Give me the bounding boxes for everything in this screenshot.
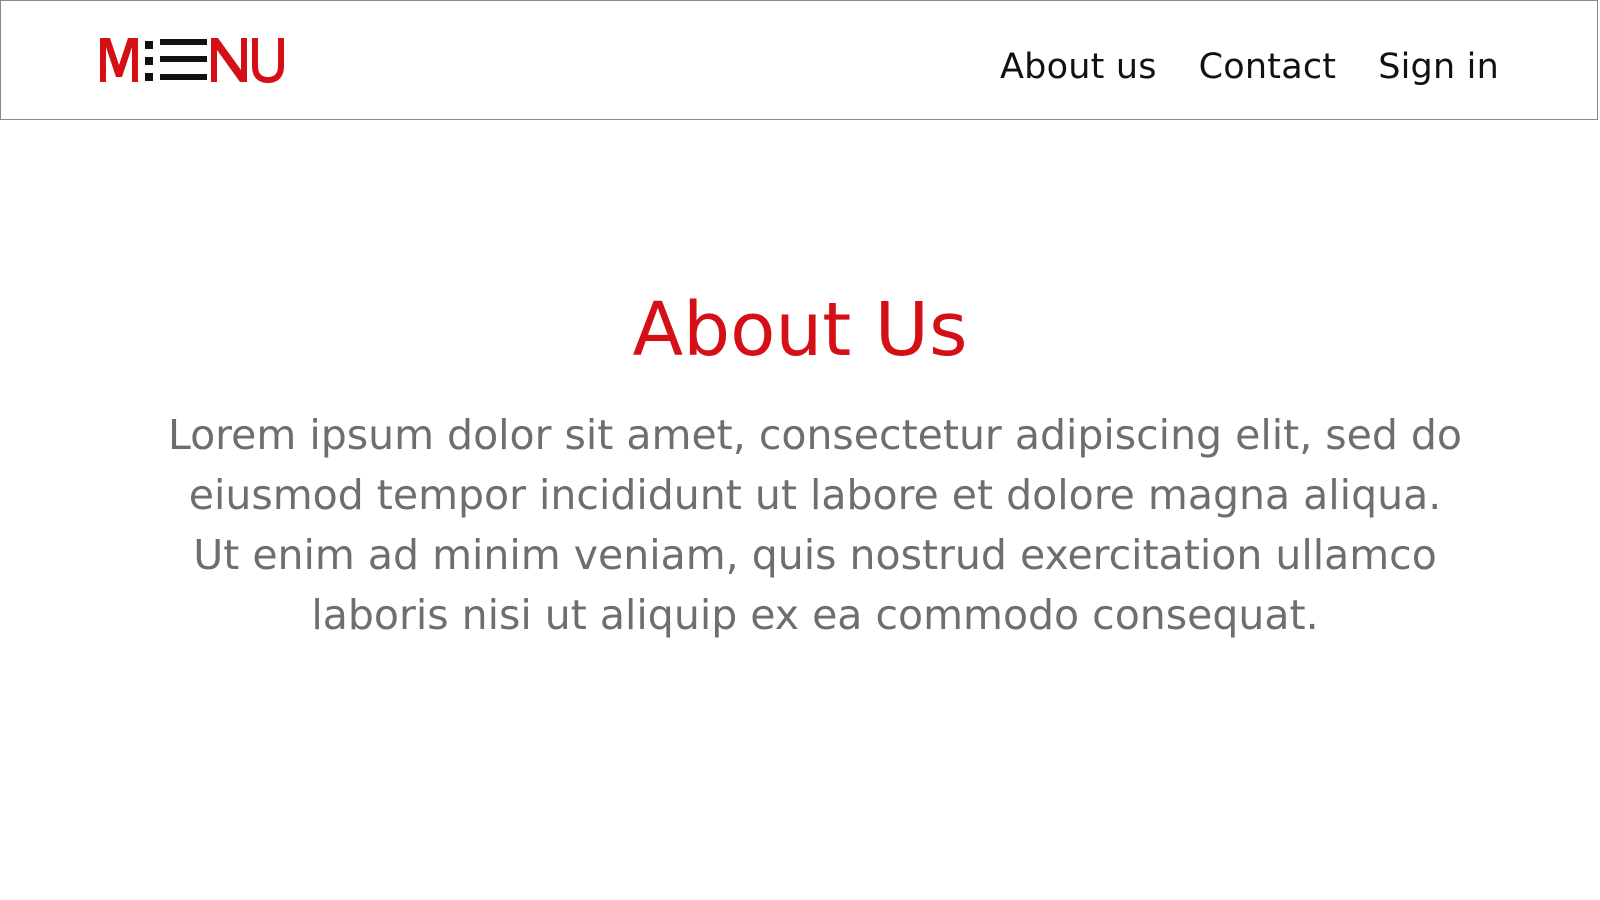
page-title: About Us: [632, 287, 968, 373]
site-logo[interactable]: [96, 34, 291, 86]
nav-link-sign-in[interactable]: Sign in: [1378, 45, 1499, 89]
logo-letter-n: [211, 38, 247, 82]
nav-link-contact[interactable]: Contact: [1199, 45, 1337, 89]
top-header: About us Contact Sign in: [0, 0, 1598, 120]
nav-link-about-us[interactable]: About us: [1000, 45, 1157, 89]
menu-logo-mark: [100, 38, 284, 83]
main-nav: About us Contact Sign in: [1000, 45, 1499, 89]
logo-letter-u: [252, 38, 284, 83]
logo-dot-bottom: [145, 73, 153, 81]
logo-dot-middle: [145, 57, 153, 65]
about-paragraph: Lorem ipsum dolor sit amet, consectetur …: [167, 411, 1463, 639]
logo-dot-top: [145, 41, 153, 49]
logo-letter-m: [100, 38, 138, 82]
menu-hamburger-icon: [160, 39, 207, 80]
